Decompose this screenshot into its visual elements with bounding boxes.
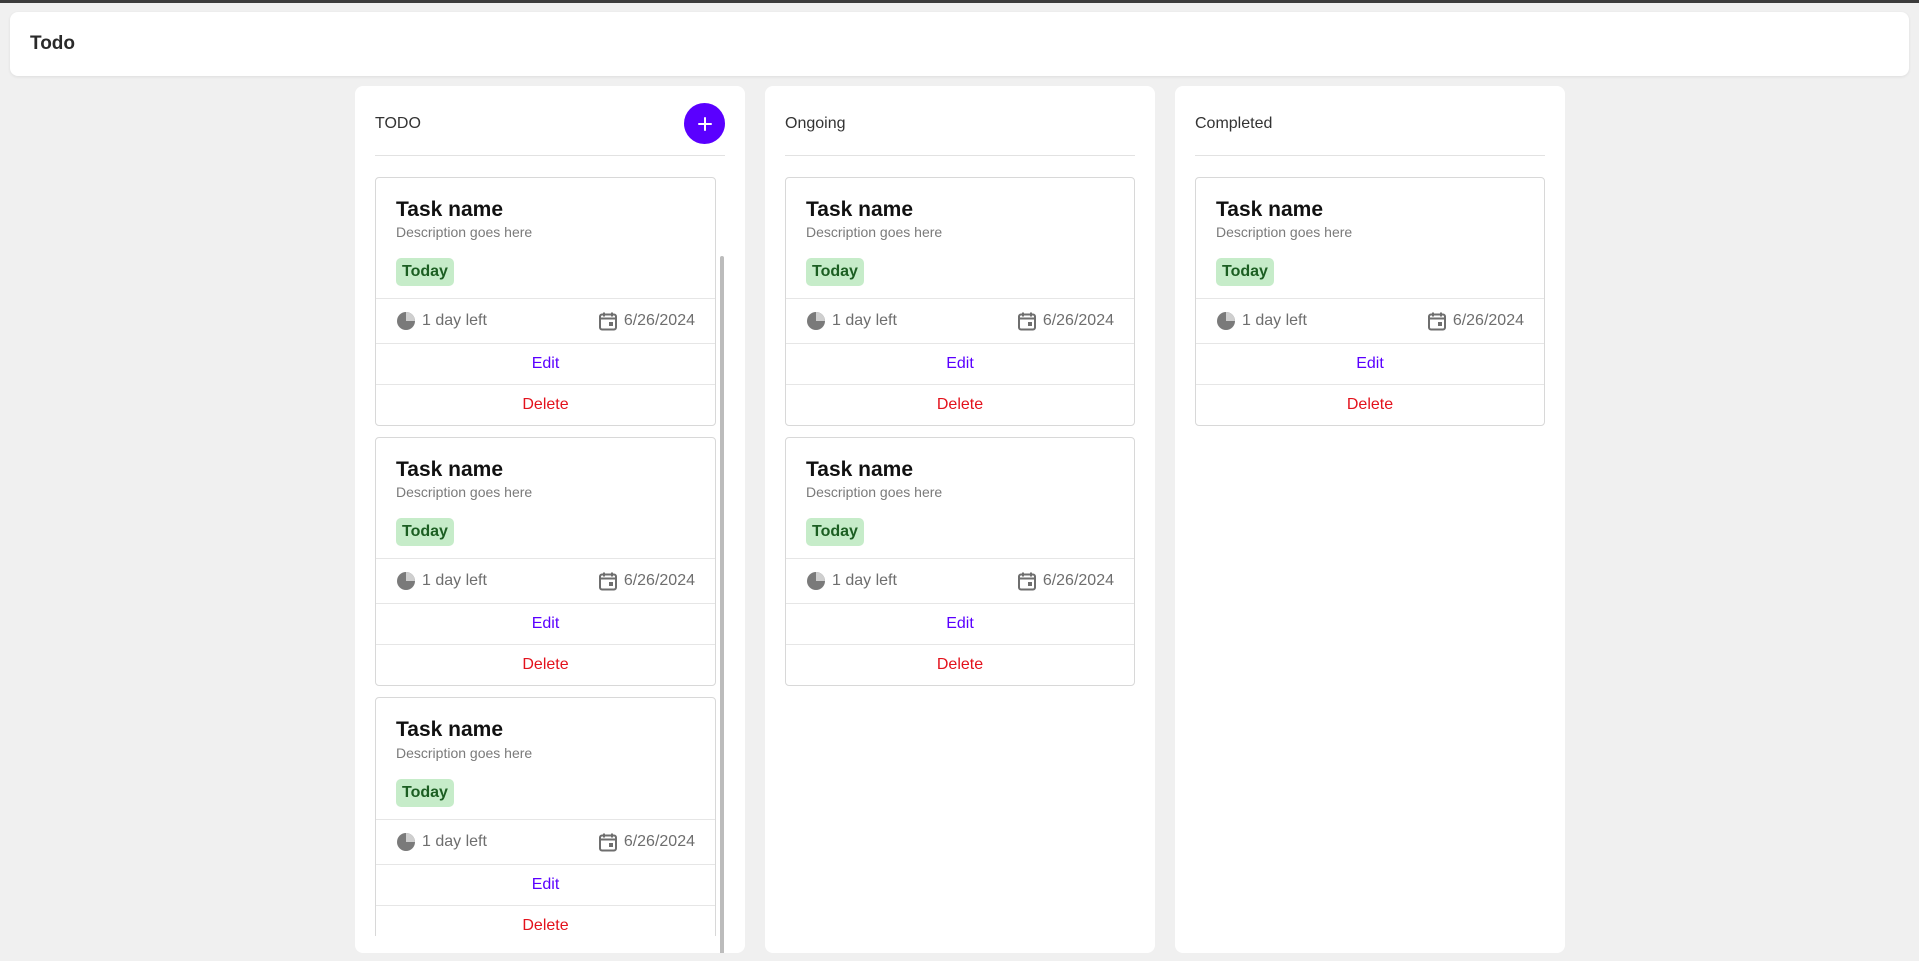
scrollbar[interactable]	[720, 256, 724, 953]
due-badge: Today	[806, 518, 864, 547]
app-header: Todo	[10, 12, 1909, 76]
task-description: Description goes here	[1216, 224, 1353, 241]
due-date: 6/26/2024	[623, 312, 695, 330]
edit-button[interactable]: Edit	[376, 343, 715, 384]
task-card: Task name Description goes here Today 1 …	[1195, 177, 1545, 427]
due-date: 6/26/2024	[1042, 572, 1114, 590]
due-badge: Today	[396, 778, 454, 807]
task-card: Task name Description goes here Today 1 …	[375, 437, 716, 687]
time-left: 1 day left	[832, 572, 897, 590]
pie-clock-icon	[396, 832, 416, 852]
edit-button[interactable]: Edit	[376, 863, 715, 905]
time-left: 1 day left	[422, 832, 487, 850]
task-card: Task name Description goes here Today 1 …	[785, 437, 1135, 687]
task-description: Description goes here	[806, 484, 943, 501]
task-description: Description goes here	[396, 744, 533, 761]
task-card: Task name Description goes here Today 1 …	[375, 177, 716, 427]
column-title: Completed	[1195, 114, 1273, 132]
edit-button[interactable]: Edit	[376, 603, 715, 644]
column-todo: TODO Task name Description goes here Tod…	[355, 86, 745, 953]
task-name: Task name	[396, 458, 503, 482]
column-title: TODO	[375, 114, 421, 132]
task-name: Task name	[806, 198, 913, 221]
task-meta: 1 day left 6/26/2024	[376, 818, 715, 864]
task-meta: 1 day left 6/26/2024	[376, 558, 715, 603]
edit-button[interactable]: Edit	[786, 603, 1134, 644]
due-badge: Today	[1216, 258, 1274, 287]
due-badge: Today	[396, 518, 454, 547]
column-title: Ongoing	[785, 114, 846, 132]
pie-clock-icon	[806, 571, 826, 591]
pie-clock-icon	[806, 311, 826, 331]
due-date: 6/26/2024	[1452, 312, 1524, 330]
task-name: Task name	[396, 718, 503, 742]
time-left: 1 day left	[422, 572, 487, 590]
delete-button[interactable]: Delete	[786, 384, 1134, 425]
delete-button[interactable]: Delete	[786, 644, 1134, 685]
due-date: 6/26/2024	[1042, 312, 1114, 330]
time-left: 1 day left	[832, 312, 897, 330]
task-name: Task name	[396, 198, 503, 221]
column-header: TODO	[375, 86, 725, 156]
edit-button[interactable]: Edit	[1196, 343, 1544, 384]
calendar-icon	[598, 311, 618, 331]
delete-button[interactable]: Delete	[376, 384, 715, 425]
plus-icon	[697, 116, 712, 131]
card-list[interactable]: Task name Description goes here Today 1 …	[375, 156, 725, 936]
add-task-button[interactable]	[684, 103, 725, 144]
task-description: Description goes here	[806, 224, 943, 241]
task-meta: 1 day left 6/26/2024	[786, 298, 1134, 343]
card-list: Task name Description goes here Today 1 …	[1195, 156, 1545, 427]
time-left: 1 day left	[422, 312, 487, 330]
task-meta: 1 day left 6/26/2024	[1196, 298, 1544, 343]
task-card: Task name Description goes here Today 1 …	[375, 697, 716, 936]
due-date: 6/26/2024	[623, 572, 695, 590]
task-description: Description goes here	[396, 484, 533, 501]
pie-clock-icon	[1216, 311, 1236, 331]
due-badge: Today	[806, 258, 864, 287]
task-description: Description goes here	[396, 224, 533, 241]
column-completed: Completed Task name Description goes her…	[1175, 86, 1565, 953]
delete-button[interactable]: Delete	[376, 904, 715, 936]
task-meta: 1 day left 6/26/2024	[376, 298, 715, 343]
pie-clock-icon	[396, 311, 416, 331]
time-left: 1 day left	[1242, 312, 1307, 330]
kanban-board: TODO Task name Description goes here Tod…	[355, 86, 1565, 953]
due-badge: Today	[396, 258, 454, 287]
calendar-icon	[1017, 311, 1037, 331]
task-card: Task name Description goes here Today 1 …	[785, 177, 1135, 427]
delete-button[interactable]: Delete	[1196, 384, 1544, 425]
column-header: Completed	[1195, 86, 1545, 156]
column-header: Ongoing	[785, 86, 1135, 156]
card-list: Task name Description goes here Today 1 …	[785, 156, 1135, 687]
calendar-icon	[598, 832, 618, 852]
task-meta: 1 day left 6/26/2024	[786, 558, 1134, 603]
top-border	[0, 0, 1919, 3]
task-name: Task name	[1216, 198, 1323, 221]
task-name: Task name	[806, 458, 913, 482]
calendar-icon	[598, 571, 618, 591]
calendar-icon	[1017, 571, 1037, 591]
edit-button[interactable]: Edit	[786, 343, 1134, 384]
due-date: 6/26/2024	[623, 832, 695, 850]
calendar-icon	[1427, 311, 1447, 331]
pie-clock-icon	[396, 571, 416, 591]
delete-button[interactable]: Delete	[376, 644, 715, 685]
column-ongoing: Ongoing Task name Description goes here …	[765, 86, 1155, 953]
page-title: Todo	[30, 33, 76, 54]
